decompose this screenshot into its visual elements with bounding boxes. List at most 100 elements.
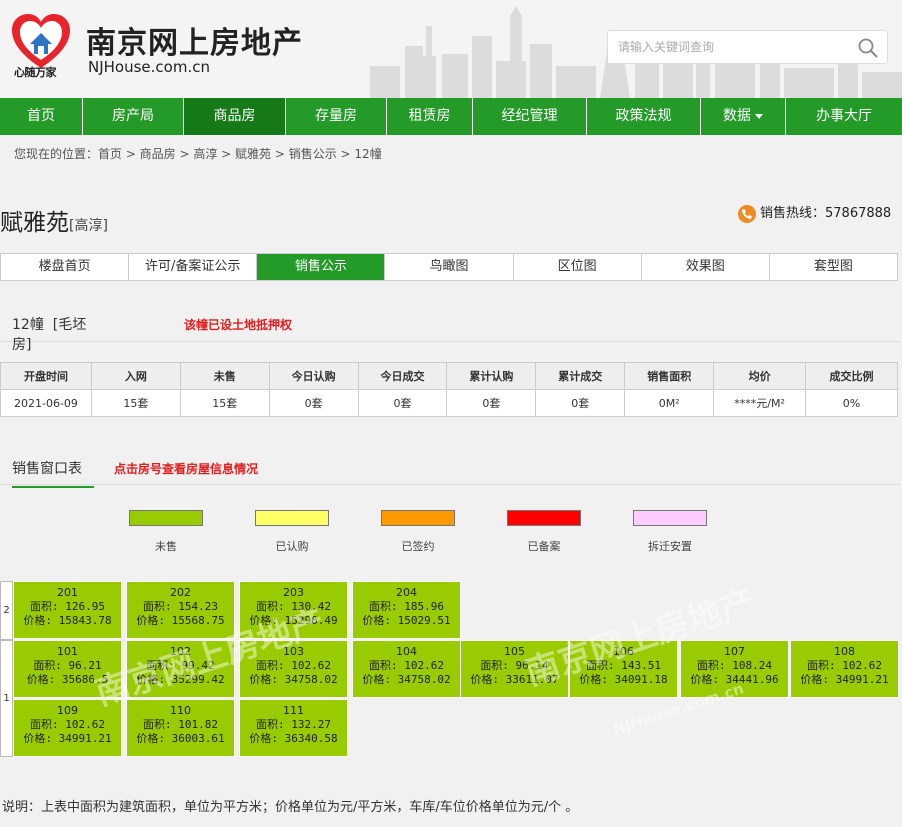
- nav-rental-homes[interactable]: 租赁房: [387, 98, 473, 135]
- search-icon[interactable]: [857, 37, 879, 59]
- nav-policy[interactable]: 政策法规: [587, 98, 701, 135]
- unit-105[interactable]: 105 面积: 96.14 价格: 33611.07: [460, 640, 569, 698]
- search-box: [607, 30, 888, 64]
- legend-swatch: [633, 510, 707, 526]
- tab-permits[interactable]: 许可/备案证公示: [129, 254, 258, 280]
- unit-201[interactable]: 201 面积: 126.95 价格: 15843.78: [13, 581, 122, 639]
- chevron-down-icon: [755, 113, 763, 119]
- nav-housing-bureau[interactable]: 房产局: [83, 98, 184, 135]
- legend-item: 已认购: [255, 510, 329, 554]
- unit-number: 105: [504, 645, 525, 658]
- unit-price: 价格: 34991.21: [800, 673, 889, 686]
- site-domain: NJHouse.com.cn: [88, 58, 210, 76]
- unit-price: 价格: 35686.5: [26, 673, 109, 686]
- unit-price: 价格: 34758.02: [249, 673, 338, 686]
- legend-item: 拆迁安置: [633, 510, 707, 554]
- stats-header: 均价: [713, 362, 807, 390]
- stats-header: 累计成交: [535, 362, 626, 390]
- floor-label-2: 2: [0, 581, 13, 640]
- tab-floor-plans[interactable]: 套型图: [770, 254, 897, 280]
- stats-value: 0%: [805, 389, 898, 417]
- legend-label: 已备案: [527, 540, 561, 553]
- unit-110[interactable]: 110 面积: 101.82 价格: 36003.61: [126, 699, 235, 757]
- unit-102[interactable]: 102 面积: 99.42 价格: 35299.42: [126, 640, 235, 698]
- stats-header: 累计认购: [446, 362, 537, 390]
- page-title: 赋雅苑[高淳]: [0, 203, 108, 237]
- unit-202[interactable]: 202 面积: 154.23 价格: 15568.75: [126, 581, 235, 639]
- hotline-text: 销售热线：57867888: [760, 206, 892, 221]
- stats-value: 15套: [179, 389, 270, 417]
- stats-value: 0套: [446, 389, 537, 417]
- unit-111[interactable]: 111 面积: 132.27 价格: 36340.58: [239, 699, 348, 757]
- unit-area: 面积: 102.62: [30, 718, 105, 731]
- stats-value: ****元/M²: [713, 389, 807, 417]
- building-header: 12幢 [毛坯房] 该幢已设土地抵押权: [0, 306, 900, 366]
- unit-number: 109: [57, 704, 78, 717]
- unit-price: 价格: 15843.78: [23, 614, 112, 627]
- unit-area: 面积: 185.96: [369, 600, 444, 613]
- phone-icon: [738, 204, 756, 223]
- unit-106[interactable]: 106 面积: 143.51 价格: 34091.18: [569, 640, 678, 698]
- nav-new-homes[interactable]: 商品房: [184, 98, 286, 135]
- legend-swatch: [255, 510, 329, 526]
- stats-value: 15套: [90, 389, 181, 417]
- nav-resale-homes[interactable]: 存量房: [286, 98, 387, 135]
- unit-number: 103: [283, 645, 304, 658]
- nav-service-hall[interactable]: 办事大厅: [786, 98, 902, 135]
- unit-number: 107: [724, 645, 745, 658]
- unit-number: 106: [613, 645, 634, 658]
- legend-item: 已备案: [507, 510, 581, 554]
- unit-number: 111: [283, 704, 304, 717]
- sales-stats-table: 开盘时间 入网 未售 今日认购 今日成交 累计认购 累计成交 销售面积 均价 成…: [0, 362, 898, 417]
- stats-header: 入网: [90, 362, 181, 390]
- stats-header: 今日成交: [357, 362, 448, 390]
- unit-area: 面积: 102.62: [369, 659, 444, 672]
- stats-value-row: 2021-06-09 15套 15套 0套 0套 0套 0套 0M² ****元…: [0, 389, 898, 417]
- unit-area: 面积: 126.95: [30, 600, 105, 613]
- stats-header: 未售: [179, 362, 270, 390]
- tab-aerial-view[interactable]: 鸟瞰图: [385, 254, 514, 280]
- unit-109[interactable]: 109 面积: 102.62 价格: 34991.21: [13, 699, 122, 757]
- tab-project-home[interactable]: 楼盘首页: [1, 254, 130, 280]
- legend-swatch: [129, 510, 203, 526]
- nav-home[interactable]: 首页: [0, 98, 83, 135]
- legend-item: 未售: [129, 510, 203, 554]
- nav-data[interactable]: 数据: [701, 98, 786, 135]
- unit-107[interactable]: 107 面积: 108.24 价格: 34441.96: [680, 640, 789, 698]
- unit-price: 价格: 34991.21: [23, 732, 112, 745]
- project-district: [高淳]: [69, 218, 108, 234]
- unit-price: 价格: 34091.18: [579, 673, 668, 686]
- unit-area: 面积: 96.14: [480, 659, 549, 672]
- nav-brokerage[interactable]: 经纪管理: [473, 98, 587, 135]
- unit-area: 面积: 154.23: [143, 600, 218, 613]
- unit-number: 203: [283, 586, 304, 599]
- unit-price: 价格: 36340.58: [249, 732, 338, 745]
- unit-price: 价格: 35299.42: [136, 673, 225, 686]
- unit-108[interactable]: 108 面积: 102.62 价格: 34991.21: [790, 640, 899, 698]
- unit-area: 面积: 132.27: [256, 718, 331, 731]
- unit-number: 102: [170, 645, 191, 658]
- unit-area: 面积: 143.51: [586, 659, 661, 672]
- search-input[interactable]: [608, 31, 848, 63]
- unit-area: 面积: 99.42: [146, 659, 215, 672]
- unit-number: 202: [170, 586, 191, 599]
- logo-caption: 心随万家: [14, 66, 57, 79]
- table-footnote: 说明：上表中面积为建筑面积，单位为平方米；价格单位为元/平方米，车库/车位价格单…: [2, 800, 579, 815]
- unit-price: 价格: 34441.96: [690, 673, 779, 686]
- tab-renderings[interactable]: 效果图: [642, 254, 770, 280]
- unit-204[interactable]: 204 面积: 185.96 价格: 15029.51: [352, 581, 461, 639]
- tab-sales-notice[interactable]: 销售公示: [257, 254, 386, 280]
- tab-location-map[interactable]: 区位图: [514, 254, 642, 280]
- stats-header: 开盘时间: [0, 362, 92, 390]
- unit-101[interactable]: 101 面积: 96.21 价格: 35686.5: [13, 640, 122, 698]
- unit-price: 价格: 15029.51: [362, 614, 451, 627]
- unit-103[interactable]: 103 面积: 102.62 价格: 34758.02: [239, 640, 348, 698]
- stats-value: 0M²: [624, 389, 715, 417]
- unit-203[interactable]: 203 面积: 130.42 价格: 15296.49: [239, 581, 348, 639]
- stats-header-row: 开盘时间 入网 未售 今日认购 今日成交 累计认购 累计成交 销售面积 均价 成…: [0, 362, 898, 390]
- site-name[interactable]: 南京网上房地产: [86, 18, 303, 62]
- legend-label: 拆迁安置: [648, 540, 692, 553]
- stats-value: 0套: [535, 389, 626, 417]
- unit-104[interactable]: 104 面积: 102.62 价格: 34758.02: [352, 640, 461, 698]
- site-header: 心随万家 南京网上房地产 NJHouse.com.cn: [0, 0, 902, 98]
